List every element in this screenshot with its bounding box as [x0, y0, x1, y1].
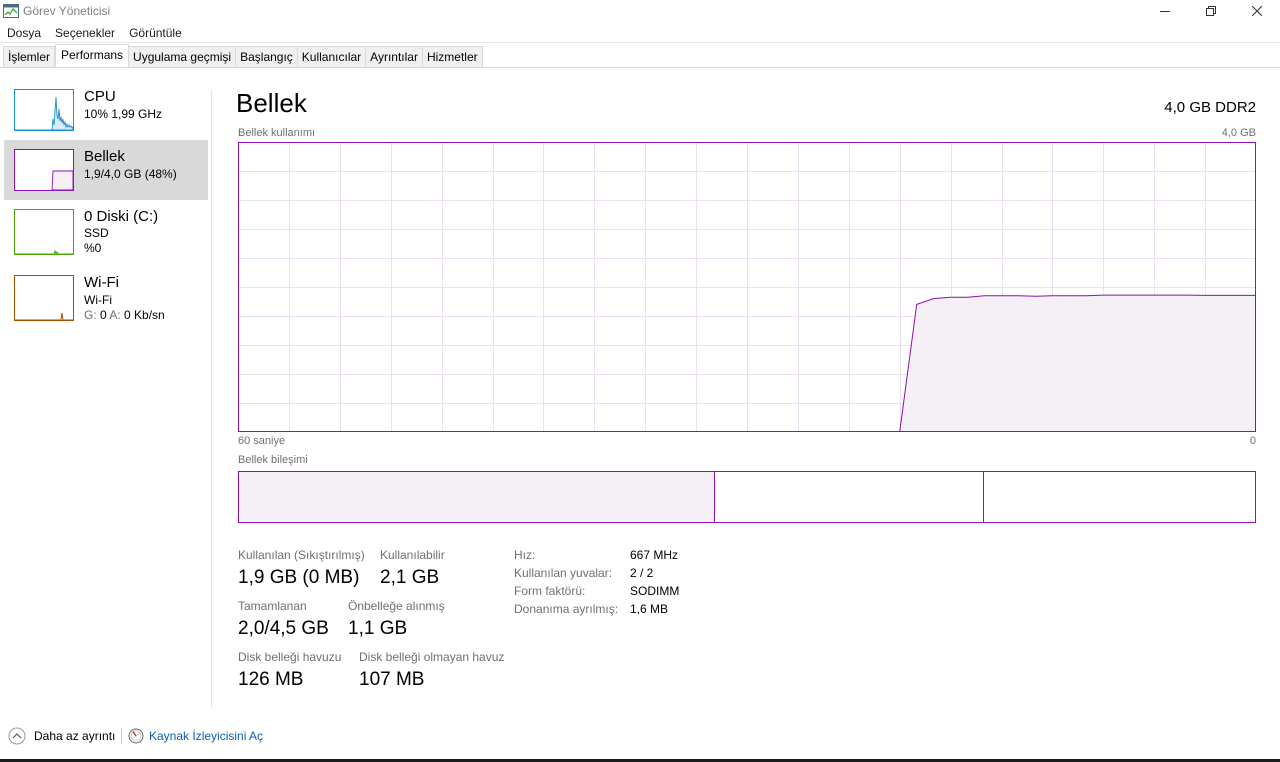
cached-label: Önbelleğe alınmış [348, 599, 445, 613]
committed-label: Tamamlanan [238, 599, 307, 613]
nonpaged-pool-label: Disk belleği olmayan havuz [359, 650, 505, 664]
title-bar: Görev Yöneticisi [0, 0, 1280, 22]
open-resource-monitor-link[interactable]: Kaynak İzleyicisini Aç [128, 727, 263, 745]
sidebar-disk-usage: %0 [84, 241, 102, 255]
sidebar-wifi-adapter: Wi-Fi [84, 293, 112, 307]
speed-value: 667 MHz [630, 548, 679, 562]
in-use-value: 1,9 GB (0 MB) [238, 567, 360, 588]
composition-label: Bellek bileşimi [238, 454, 308, 466]
sidebar-wifi-title: Wi-Fi [84, 274, 119, 291]
minimize-icon [1160, 11, 1170, 12]
sidebar-item-memory[interactable]: Bellek 1,9/4,0 GB (48%) [4, 140, 208, 200]
composition-free [983, 472, 1255, 522]
resource-monitor-icon [128, 728, 144, 744]
wifi-send-label: G: [84, 308, 97, 322]
tab-strip: İşlemler Performans Uygulama geçmişi Baş… [3, 44, 483, 68]
chevron-up-icon [8, 727, 26, 745]
sidebar-disk-title: 0 Diski (C:) [84, 208, 159, 225]
slots-value: 2 / 2 [630, 566, 654, 580]
form-factor-label: Form faktörü: [514, 584, 586, 598]
sidebar-memory-usage: 1,9/4,0 GB (48%) [84, 167, 177, 181]
tab-performance[interactable]: Performans [55, 44, 130, 67]
speed-label: Hız: [514, 548, 536, 562]
sidebar-cpu-usage: 10% 1,99 GHz [84, 107, 163, 121]
tab-startup[interactable]: Başlangıç [236, 46, 298, 68]
disk-thumbnail-graph [14, 209, 74, 255]
in-use-label: Kullanılan (Sıkıştırılmış) [238, 548, 365, 562]
menu-file[interactable]: Dosya [0, 24, 48, 42]
fewer-details-label: Daha az ayrıntı [34, 729, 116, 743]
wifi-send-value: 0 [96, 308, 110, 322]
usage-graph-label: Bellek kullanımı [238, 127, 316, 139]
close-button[interactable] [1234, 0, 1280, 22]
hardware-reserved-value: 1,6 MB [630, 602, 669, 616]
sidebar-item-wifi[interactable]: Wi-Fi Wi-Fi G: 0 A: 0 Kb/sn [4, 266, 208, 326]
sidebar-memory-title: Bellek [84, 148, 125, 165]
menu-view[interactable]: Görüntüle [122, 24, 189, 42]
tab-details[interactable]: Ayrıntılar [366, 46, 423, 68]
sidebar-wifi-throughput: G: 0 A: 0 Kb/sn [84, 308, 165, 322]
restore-icon [1206, 6, 1216, 16]
tab-processes[interactable]: İşlemler [3, 46, 56, 68]
sidebar-cpu-title: CPU [84, 88, 116, 105]
close-icon [1252, 6, 1262, 16]
tab-users[interactable]: Kullanıcılar [297, 46, 367, 68]
cpu-thumbnail-graph [14, 89, 74, 131]
menu-bar: Dosya Seçenekler Görüntüle [0, 24, 189, 42]
sidebar-disk-type: SSD [84, 226, 109, 240]
menu-divider [0, 42, 1280, 43]
graph-time-right: 0 [1249, 435, 1256, 447]
footer-divider [121, 728, 122, 744]
paged-pool-label: Disk belleği havuzu [238, 650, 342, 664]
page-title: Bellek [236, 88, 307, 118]
available-label: Kullanılabilir [380, 548, 445, 562]
wifi-receive-label: A: [109, 308, 121, 322]
sidebar-item-disk[interactable]: 0 Diski (C:) SSD %0 [4, 200, 208, 260]
wifi-receive-value: 0 Kb/sn [120, 308, 165, 322]
fewer-details-button[interactable]: Daha az ayrıntı [8, 727, 115, 745]
sidebar-divider [211, 90, 212, 708]
tab-services[interactable]: Hizmetler [422, 46, 483, 68]
form-factor-value: SODIMM [630, 584, 680, 598]
usage-graph-max: 4,0 GB [1221, 127, 1256, 139]
composition-in-use [239, 472, 714, 522]
memory-thumbnail-graph [14, 149, 74, 191]
graph-time-left: 60 saniye [238, 435, 286, 447]
memory-composition-bar [238, 471, 1256, 523]
restore-button[interactable] [1188, 0, 1234, 22]
memory-spec: 4,0 GB DDR2 [1164, 99, 1256, 116]
resource-monitor-label: Kaynak İzleyicisini Aç [149, 729, 264, 743]
memory-usage-area [899, 295, 1256, 432]
sidebar-item-cpu[interactable]: CPU 10% 1,99 GHz [4, 80, 208, 140]
wifi-thumbnail-graph [14, 275, 74, 321]
menu-options[interactable]: Seçenekler [48, 24, 122, 42]
minimize-button[interactable] [1142, 0, 1188, 22]
memory-usage-graph [238, 142, 1256, 432]
committed-value: 2,0/4,5 GB [238, 618, 329, 639]
cached-value: 1,1 GB [348, 618, 408, 639]
window-title: Görev Yöneticisi [23, 4, 111, 18]
hardware-reserved-label: Donanıma ayrılmış: [514, 602, 619, 616]
available-value: 2,1 GB [380, 567, 440, 588]
composition-standby [714, 472, 983, 522]
task-manager-app-icon [3, 4, 19, 18]
paged-pool-value: 126 MB [238, 669, 304, 690]
slots-label: Kullanılan yuvalar: [514, 566, 613, 580]
tab-app-history[interactable]: Uygulama geçmişi [129, 46, 237, 68]
nonpaged-pool-value: 107 MB [359, 669, 425, 690]
